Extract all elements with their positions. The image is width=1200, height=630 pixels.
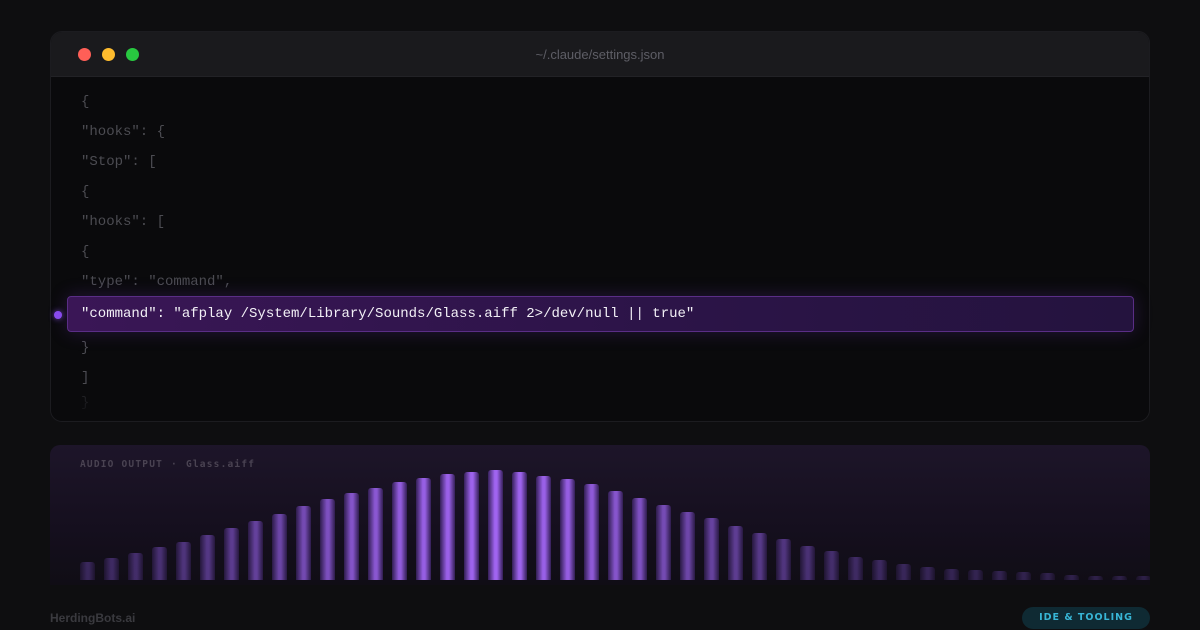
title-bar: ~/.claude/settings.json [51,32,1149,77]
waveform-bar [728,526,743,580]
waveform-bar [968,570,983,580]
audio-output-panel: AUDIO OUTPUT · Glass.aiff [50,445,1150,585]
waveform-bar [704,518,719,580]
waveform-bar [1112,576,1127,580]
waveform-bar [1064,574,1079,580]
waveform-bar [1016,572,1031,580]
code-line: { [81,184,90,200]
code-line: ] [81,370,90,386]
code-line: } [81,395,90,411]
waveform-bar [80,562,95,580]
waveform-bar [248,520,263,580]
waveform-bar [512,472,527,580]
brand-logo-text: HerdingBots.ai [50,611,136,625]
waveform-bar [632,497,647,580]
code-line: { [81,244,90,260]
code-line: "Stop": [ [81,154,157,170]
highlighted-code-line[interactable]: "command": "afplay /System/Library/Sound… [67,296,1134,332]
waveform-bar [464,472,479,580]
waveform-bar [680,511,695,580]
waveform-bar [872,560,887,580]
waveform-bar [104,558,119,580]
waveform-bar [1136,576,1150,580]
code-line: } [81,340,90,356]
code-line: "hooks": [ [81,214,166,230]
waveform-bar [800,545,815,580]
editor-window: ~/.claude/settings.json { "hooks": { "St… [50,31,1150,422]
waveform-bar [608,490,623,580]
waveform-bar [1040,573,1055,580]
waveform-bar [560,478,575,580]
window-title: ~/.claude/settings.json [535,47,665,62]
waveform-bar [272,514,287,580]
category-badge: IDE & TOOLING [1022,607,1150,629]
waveform-bar [176,541,191,580]
waveform-bar [992,571,1007,580]
waveform-bar [296,506,311,580]
code-line: "type": "command", [81,274,233,290]
highlighted-code-text: "command": "afplay /System/Library/Sound… [81,306,695,322]
waveform-bar [944,569,959,580]
waveform-bar [152,547,167,580]
waveform-bar [824,551,839,580]
code-line: { [81,94,90,110]
waveform-bar [920,566,935,580]
waveform-bar [848,556,863,580]
page: ~/.claude/settings.json { "hooks": { "St… [0,0,1200,630]
waveform-bar [752,532,767,580]
waveform-bar [224,528,239,580]
waveform-bar [392,482,407,580]
waveform-bar [440,474,455,580]
breakpoint-marker [54,311,62,319]
waveform [50,445,1150,585]
code-line: "hooks": { [81,124,166,140]
waveform-bar [896,563,911,580]
waveform-bar [320,498,335,580]
waveform-bar [200,534,215,580]
waveform-bar [776,539,791,580]
waveform-bar [1088,575,1103,580]
waveform-bar [656,505,671,580]
waveform-bar [536,475,551,580]
waveform-bar [488,470,503,580]
waveform-bar [368,487,383,580]
code-area[interactable]: { "hooks": { "Stop": [ { "hooks": [ { "t… [51,77,1149,421]
code-fade [51,383,1149,421]
waveform-bar [344,493,359,580]
waveform-bar [128,552,143,580]
waveform-bar [584,484,599,580]
waveform-bar [416,477,431,580]
